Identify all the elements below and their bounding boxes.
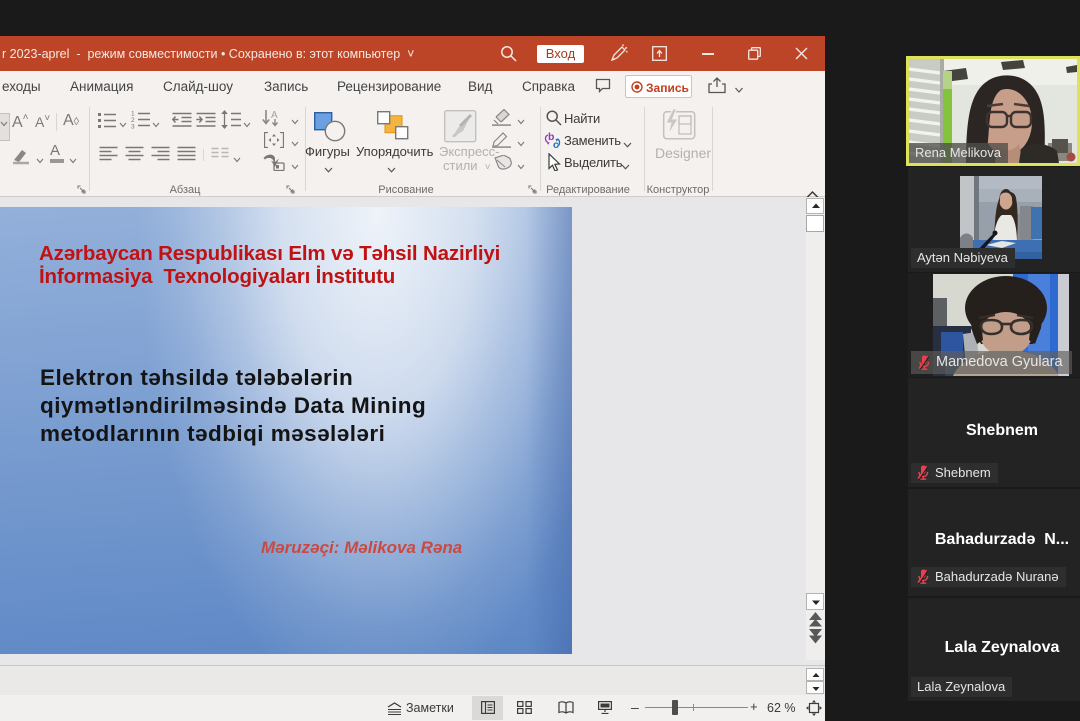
svg-text:c: c bbox=[553, 139, 559, 150]
svg-text:3: 3 bbox=[131, 124, 135, 130]
